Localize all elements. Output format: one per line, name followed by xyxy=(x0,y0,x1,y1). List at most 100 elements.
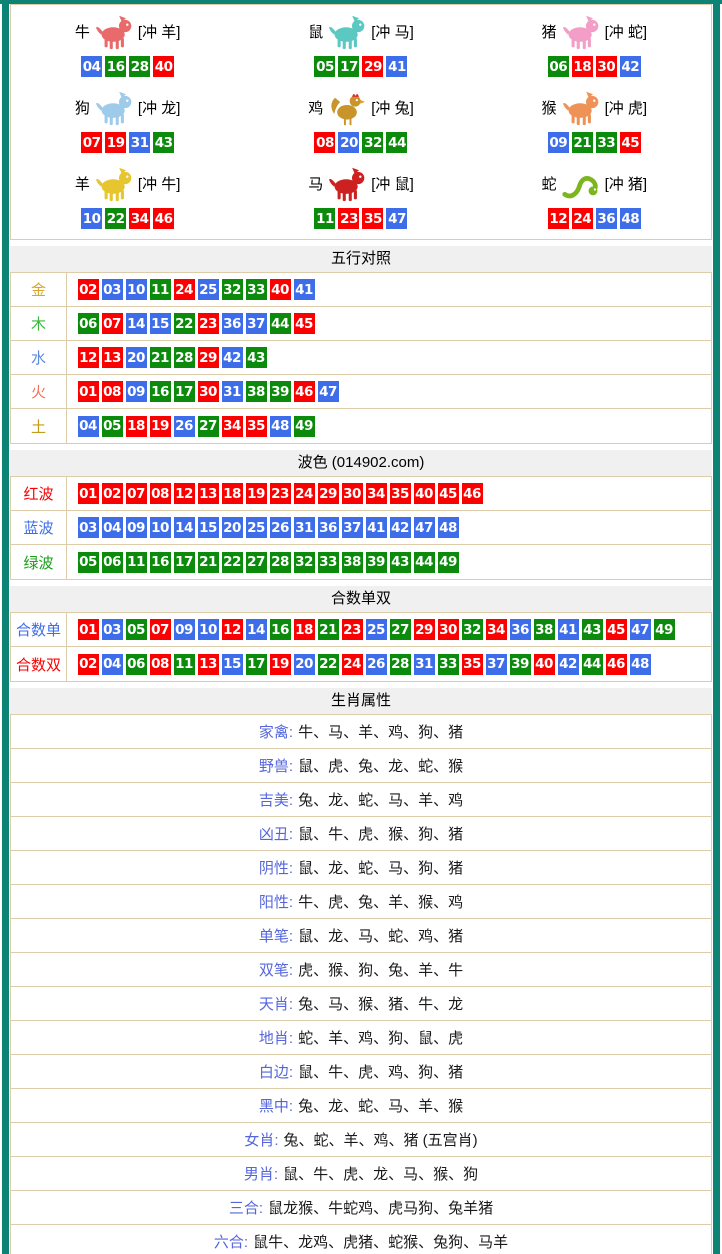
number-ball-46: 46 xyxy=(153,208,174,229)
number-ball-28: 28 xyxy=(390,654,411,675)
number-ball-11: 11 xyxy=(126,552,147,573)
number-ball-48: 48 xyxy=(438,517,459,538)
number-ball-36: 36 xyxy=(596,208,617,229)
number-ball-36: 36 xyxy=(318,517,339,538)
number-ball-41: 41 xyxy=(366,517,387,538)
heshu-row-合数双: 合数双0204060811131517192022242628313335373… xyxy=(11,647,711,681)
number-ball-16: 16 xyxy=(150,552,171,573)
shengxiao-label-男肖: 男肖: xyxy=(244,1163,278,1184)
number-ball-30: 30 xyxy=(342,483,363,504)
number-ball-20: 20 xyxy=(338,132,359,153)
number-ball-13: 13 xyxy=(198,654,219,675)
shengxiao-row-凶丑: 凶丑:鼠、牛、虎、猴、狗、猪 xyxy=(11,817,711,851)
number-ball-03: 03 xyxy=(78,517,99,538)
shengxiao-values-单笔: 鼠、龙、马、蛇、鸡、猪 xyxy=(298,925,463,946)
number-ball-10: 10 xyxy=(150,517,171,538)
number-ball-29: 29 xyxy=(198,347,219,368)
number-ball-26: 26 xyxy=(366,654,387,675)
number-ball-27: 27 xyxy=(198,416,219,437)
number-ball-11: 11 xyxy=(314,208,335,229)
frame-left-border xyxy=(2,0,9,1254)
row-balls: 04051819262734354849 xyxy=(67,409,316,443)
zodiac-name: 狗 xyxy=(75,101,90,116)
shengxiao-label-地肖: 地肖: xyxy=(259,1027,293,1048)
shengxiao-row-六合: 六合:鼠牛、龙鸡、虎猪、蛇猴、兔狗、马羊 xyxy=(11,1225,711,1254)
number-ball-29: 29 xyxy=(362,56,383,77)
number-ball-14: 14 xyxy=(174,517,195,538)
shengxiao-values-女肖: 兔、蛇、羊、鸡、猪 (五宫肖) xyxy=(284,1129,478,1150)
zodiac-numbers: 10223446 xyxy=(80,208,176,229)
shengxiao-row-男肖: 男肖:鼠、牛、虎、龙、马、猴、狗 xyxy=(11,1157,711,1191)
number-ball-42: 42 xyxy=(222,347,243,368)
zodiac-title: 鸡[冲 兔] xyxy=(308,90,414,126)
number-ball-49: 49 xyxy=(654,619,675,640)
content: 牛[冲 羊]04162840鼠[冲 马]05172941猪[冲 蛇]061830… xyxy=(10,4,712,1254)
zodiac-clash: [冲 蛇] xyxy=(605,25,648,40)
number-ball-33: 33 xyxy=(596,132,617,153)
number-ball-43: 43 xyxy=(390,552,411,573)
row-balls: 0204060811131517192022242628313335373940… xyxy=(67,647,652,681)
number-ball-43: 43 xyxy=(246,347,267,368)
shengxiao-label-天肖: 天肖: xyxy=(259,993,293,1014)
number-ball-06: 06 xyxy=(102,552,123,573)
shengxiao-values-双笔: 虎、猴、狗、兔、羊、牛 xyxy=(298,959,463,980)
shengxiao-values-阴性: 鼠、龙、蛇、马、狗、猪 xyxy=(298,857,463,878)
number-ball-09: 09 xyxy=(174,619,195,640)
zodiac-title: 蛇[冲 猪] xyxy=(542,166,648,202)
number-ball-01: 01 xyxy=(78,483,99,504)
shengxiao-label-白边: 白边: xyxy=(259,1061,293,1082)
number-ball-08: 08 xyxy=(314,132,335,153)
zodiac-numbers: 07193143 xyxy=(80,132,176,153)
number-ball-12: 12 xyxy=(222,619,243,640)
zodiac-title: 鼠[冲 马] xyxy=(308,14,414,50)
number-ball-04: 04 xyxy=(102,517,123,538)
shengxiao-label-凶丑: 凶丑: xyxy=(259,823,293,844)
bose-row-绿波: 绿波05061116172122272832333839434449 xyxy=(11,545,711,579)
dog-icon xyxy=(91,90,137,126)
number-ball-41: 41 xyxy=(558,619,579,640)
number-ball-24: 24 xyxy=(342,654,363,675)
snake-icon xyxy=(558,166,604,202)
zodiac-name: 蛇 xyxy=(542,177,557,192)
zodiac-clash: [冲 牛] xyxy=(138,177,181,192)
number-ball-01: 01 xyxy=(78,381,99,402)
number-ball-24: 24 xyxy=(572,208,593,229)
number-ball-13: 13 xyxy=(198,483,219,504)
zodiac-name: 猴 xyxy=(542,101,557,116)
number-ball-14: 14 xyxy=(246,619,267,640)
number-ball-30: 30 xyxy=(596,56,617,77)
zodiac-numbers: 04162840 xyxy=(80,56,176,77)
number-ball-24: 24 xyxy=(174,279,195,300)
number-ball-12: 12 xyxy=(548,208,569,229)
number-ball-04: 04 xyxy=(81,56,102,77)
row-label-合数单: 合数单 xyxy=(11,613,67,646)
number-ball-02: 02 xyxy=(78,654,99,675)
number-ball-40: 40 xyxy=(153,56,174,77)
number-ball-10: 10 xyxy=(81,208,102,229)
number-ball-18: 18 xyxy=(572,56,593,77)
number-ball-30: 30 xyxy=(198,381,219,402)
shengxiao-values-家禽: 牛、马、羊、鸡、狗、猪 xyxy=(298,721,463,742)
wuxing-row-金: 金02031011242532334041 xyxy=(11,273,711,307)
number-ball-33: 33 xyxy=(318,552,339,573)
number-ball-43: 43 xyxy=(582,619,603,640)
section-header-bose: 波色 (014902.com) xyxy=(10,450,712,476)
shengxiao-values-野兽: 鼠、虎、兔、龙、蛇、猴 xyxy=(298,755,463,776)
number-ball-16: 16 xyxy=(105,56,126,77)
zodiac-numbers: 08203244 xyxy=(313,132,409,153)
number-ball-37: 37 xyxy=(342,517,363,538)
zodiac-cell-dog: 狗[冲 龙]07193143 xyxy=(11,90,244,153)
zodiac-cell-monkey: 猴[冲 虎]09213345 xyxy=(478,90,711,153)
number-ball-12: 12 xyxy=(78,347,99,368)
number-ball-34: 34 xyxy=(366,483,387,504)
number-ball-08: 08 xyxy=(102,381,123,402)
number-ball-27: 27 xyxy=(246,552,267,573)
number-ball-21: 21 xyxy=(198,552,219,573)
bose-table: 红波0102070812131819232429303435404546蓝波03… xyxy=(10,476,712,580)
row-balls: 03040910141520252631363741424748 xyxy=(67,511,460,544)
number-ball-04: 04 xyxy=(78,416,99,437)
shengxiao-row-家禽: 家禽:牛、马、羊、鸡、狗、猪 xyxy=(11,715,711,749)
number-ball-46: 46 xyxy=(606,654,627,675)
number-ball-47: 47 xyxy=(318,381,339,402)
zodiac-clash: [冲 马] xyxy=(371,25,414,40)
